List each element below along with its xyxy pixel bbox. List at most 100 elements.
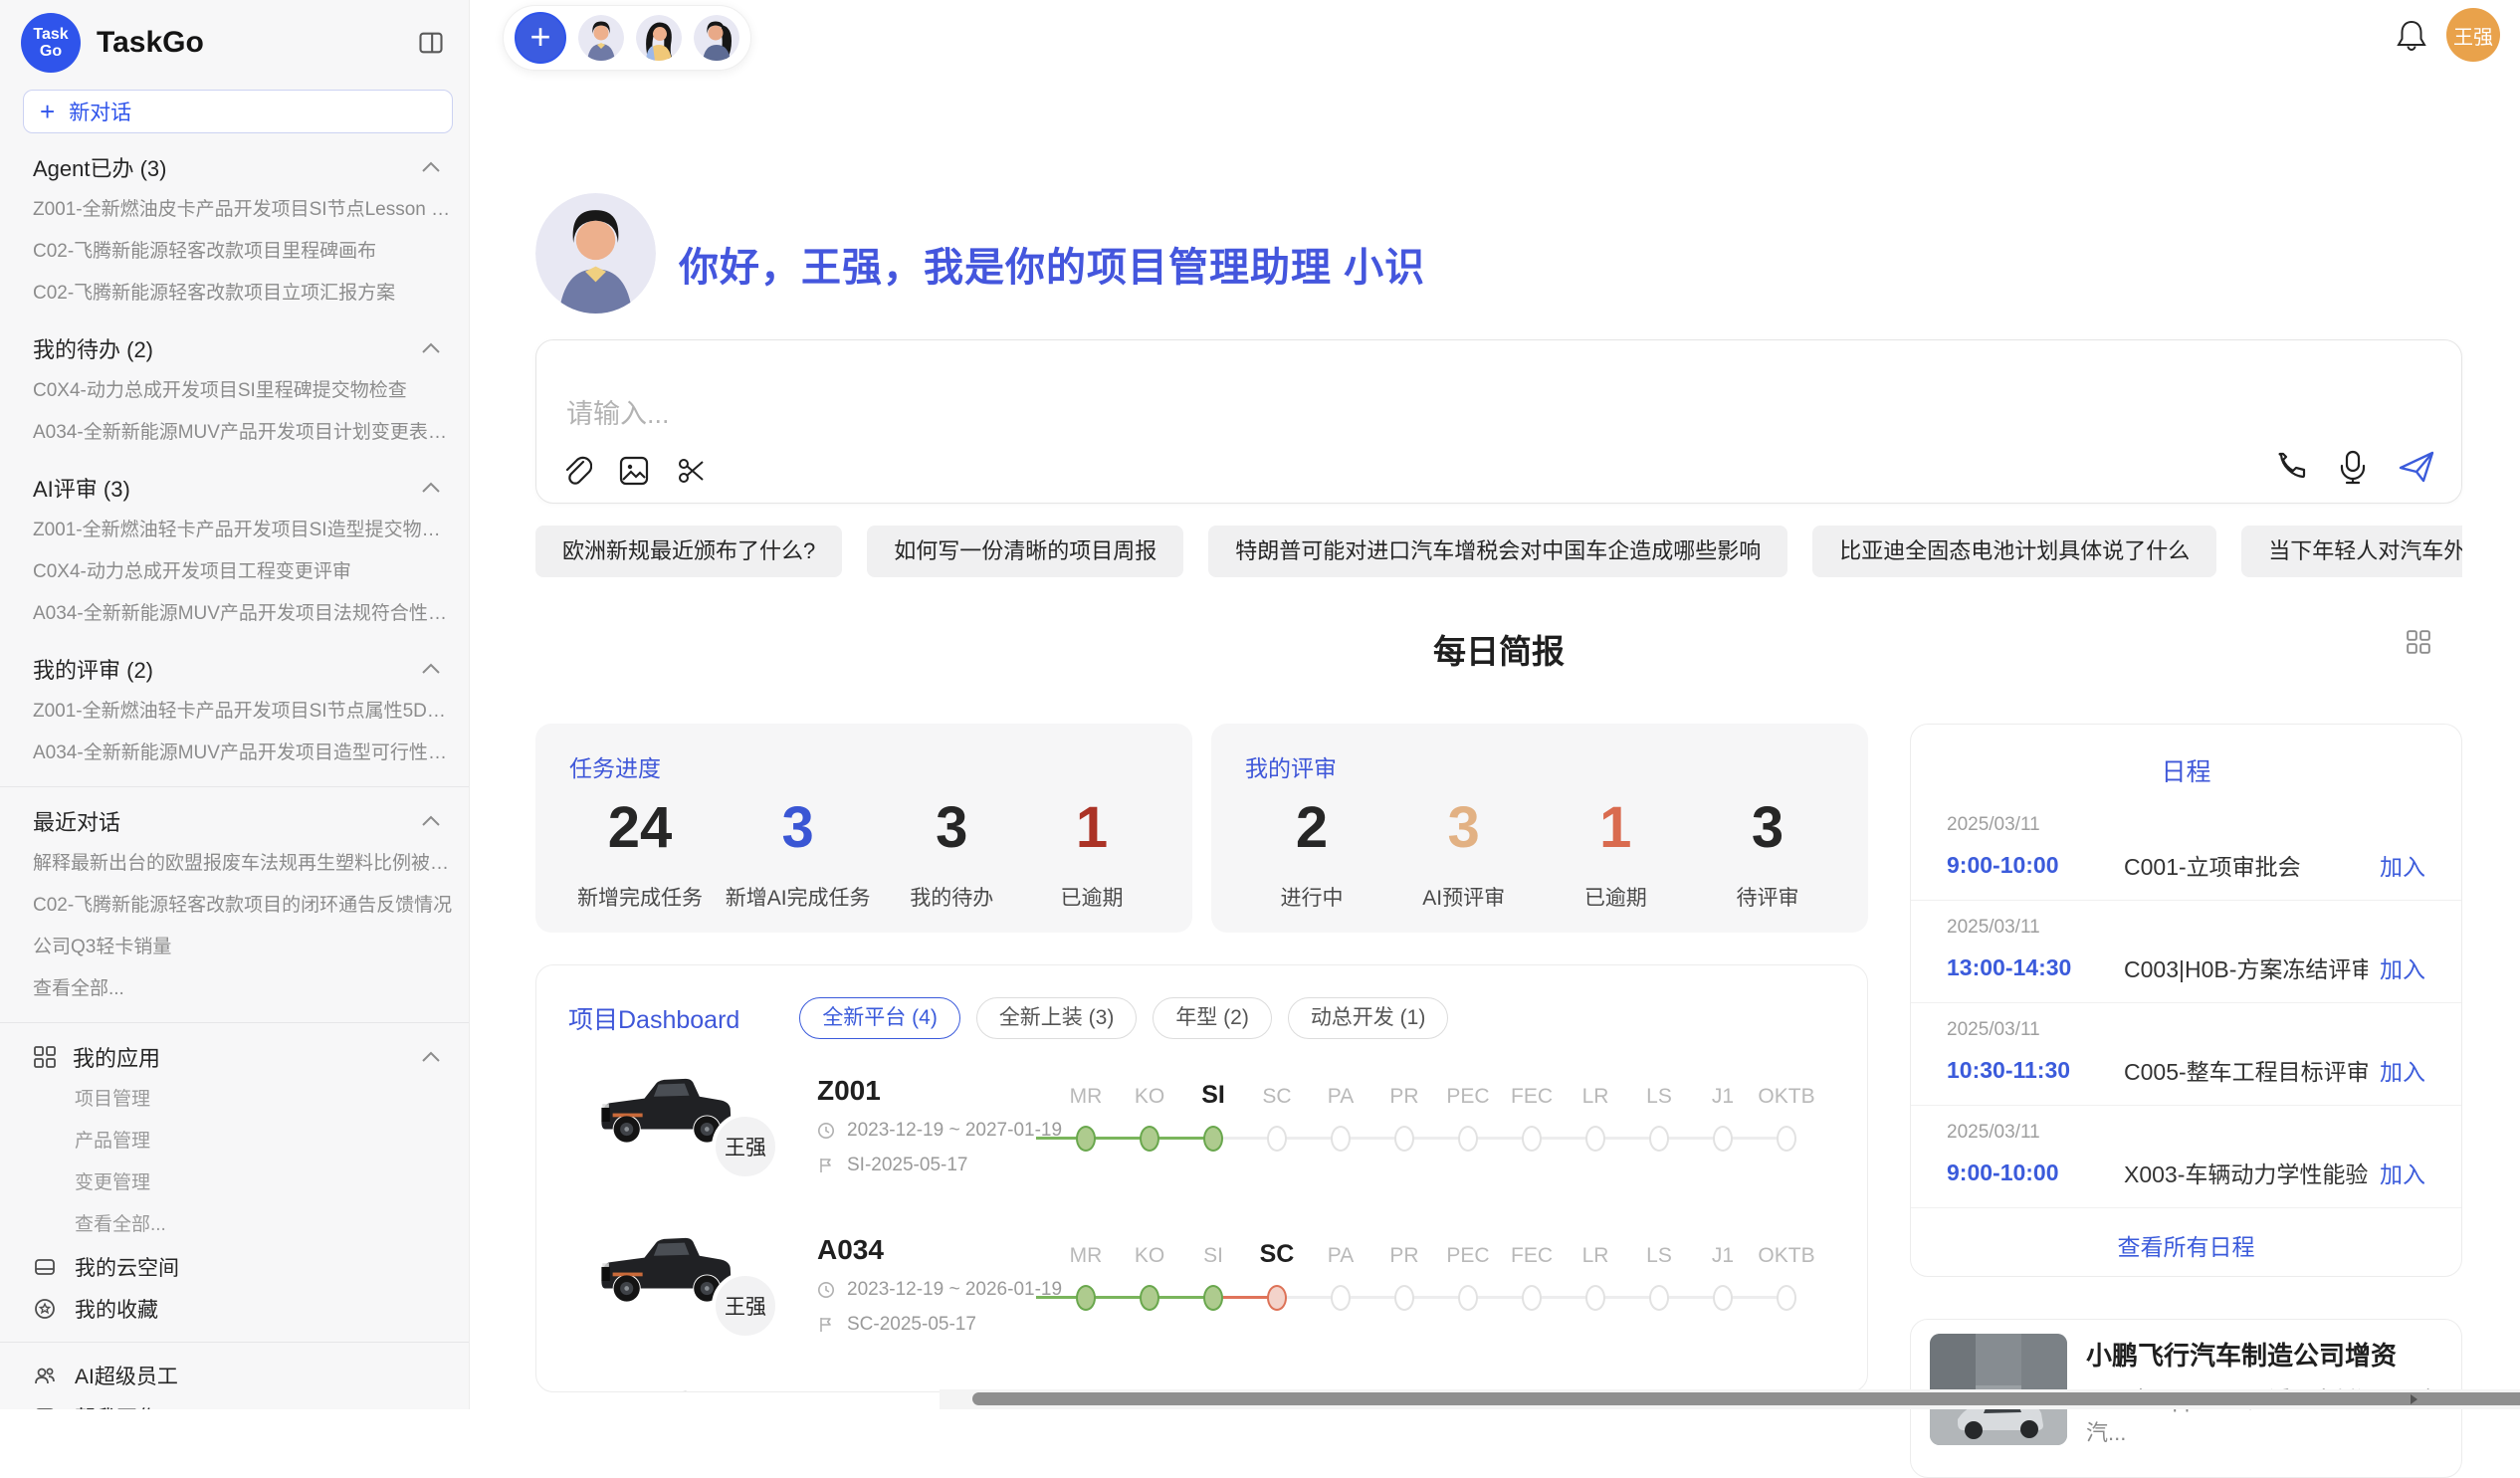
sidebar-task-item[interactable]: Z001-全新燃油轻卡产品开发项目SI造型提交物评审 <box>0 510 469 551</box>
milestone-dot <box>1331 1126 1351 1152</box>
sidebar-task-item[interactable]: Z001-全新燃油皮卡产品开发项目SI节点Lesson Learn报告 <box>0 189 469 231</box>
milestone-label: LR <box>1582 1085 1609 1109</box>
milestone-dot <box>1777 1285 1796 1311</box>
milestone-label: LS <box>1646 1244 1672 1268</box>
milestone: SC <box>1245 1230 1309 1360</box>
new-chat-button[interactable]: + 新对话 <box>23 90 453 133</box>
milestone: SC <box>1245 1071 1309 1200</box>
app-item[interactable]: 变更管理 <box>0 1162 469 1204</box>
milestone-dot <box>1076 1126 1096 1152</box>
recent-chat-item[interactable]: C02-飞腾新能源轻客改款项目的闭环通告反馈情况 <box>0 885 469 927</box>
chevron-up-icon <box>421 663 441 675</box>
sidebar-section-header[interactable]: Agent已办 (3) <box>0 145 469 189</box>
schedule-time: 9:00-10:00 <box>1947 852 2124 879</box>
cloud-drive-icon <box>33 1256 57 1278</box>
sidebar-item-favorites[interactable]: 我的收藏 <box>0 1288 469 1330</box>
sidebar-task-item[interactable]: C02-飞腾新能源轻客改款项目立项汇报方案 <box>0 273 469 315</box>
stat-value: 3 <box>1405 795 1523 862</box>
briefing-card-title: 任务进度 <box>569 749 1158 783</box>
dashboard-filter-chip[interactable]: 全新平台 (4) <box>799 997 960 1039</box>
milestone: LS <box>1627 1071 1691 1200</box>
recent-chats-view-all[interactable]: 查看全部... <box>0 968 469 1010</box>
sidebar-task-item[interactable]: C0X4-动力总成开发项目SI里程碑提交物检查 <box>0 370 469 412</box>
scroll-right-arrow-icon[interactable] <box>2407 1392 2420 1406</box>
image-icon[interactable] <box>618 455 650 487</box>
project-flag: SI-2025-05-17 <box>817 1155 967 1176</box>
clock-icon <box>817 1281 835 1299</box>
project-row[interactable]: 王强 Z001 2023-12-19 ~ 2027-01-19 SI-2025-… <box>536 1063 1867 1222</box>
sidebar-item-ai-employee[interactable]: AI超级员工 <box>0 1355 469 1396</box>
project-name: A034 <box>817 1234 884 1266</box>
suggestion-chip[interactable]: 欧洲新规最近颁布了什么? <box>535 526 842 577</box>
schedule-join-link[interactable]: 加入 <box>2380 1156 2425 1189</box>
sidebar-task-item[interactable]: A034-全新新能源MUV产品开发项目法规符合性评审 <box>0 593 469 635</box>
milestone-label: FEC <box>1511 1244 1553 1268</box>
my-apps-header[interactable]: 我的应用 <box>0 1035 469 1079</box>
recent-chats-header[interactable]: 最近对话 <box>0 799 469 843</box>
stat-label: 新增完成任务 <box>577 882 703 912</box>
milestone-dot <box>1267 1285 1287 1311</box>
sidebar-item-cloud-space[interactable]: 我的云空间 <box>0 1246 469 1288</box>
sidebar-collapse-button[interactable] <box>413 25 449 61</box>
stat: 3 新增AI完成任务 <box>726 795 871 912</box>
news-title: 小鹏飞行汽车制造公司增资 <box>2086 1336 2444 1372</box>
send-icon[interactable] <box>2398 449 2435 485</box>
attach-icon[interactable] <box>562 455 592 487</box>
dashboard-filter-chip[interactable]: 年型 (2) <box>1153 997 1272 1039</box>
chat-input[interactable] <box>564 398 2061 431</box>
sidebar-section-header[interactable]: 我的待办 (2) <box>0 326 469 370</box>
milestone: LS <box>1627 1230 1691 1360</box>
apps-view-all[interactable]: 查看全部... <box>0 1204 469 1246</box>
agent-avatar-2[interactable] <box>636 15 682 61</box>
agent-avatar-1[interactable] <box>578 15 624 61</box>
horizontal-scrollbar[interactable] <box>940 1389 2520 1409</box>
sidebar-section-header[interactable]: 我的评审 (2) <box>0 647 469 691</box>
user-avatar[interactable]: 王强 <box>2446 8 2500 62</box>
milestone-label: PR <box>1389 1085 1418 1109</box>
schedule-join-link[interactable]: 加入 <box>2380 1053 2425 1087</box>
milestone-dot <box>1713 1126 1733 1152</box>
chevron-up-icon <box>421 342 441 354</box>
project-dates-text: 2023-12-19 ~ 2026-01-19 <box>847 1279 1062 1301</box>
schedule-title: 日程 <box>1911 752 2461 788</box>
project-dates-text: 2023-12-19 ~ 2027-01-19 <box>847 1120 1062 1142</box>
dashboard-filter-chip[interactable]: 动总开发 (1) <box>1288 997 1449 1039</box>
scrollbar-thumb[interactable] <box>972 1392 2520 1405</box>
sidebar-item-help-write[interactable]: 帮我写作 <box>0 1396 469 1409</box>
suggestion-chip[interactable]: 比亚迪全固态电池计划具体说了什么 <box>1812 526 2216 577</box>
recent-chat-item[interactable]: 解释最新出台的欧盟报废车法规再生塑料比例被调至15%... <box>0 843 469 885</box>
app-item[interactable]: 项目管理 <box>0 1079 469 1121</box>
phone-icon[interactable] <box>2274 450 2308 484</box>
layout-grid-icon[interactable] <box>2406 629 2431 655</box>
schedule-view-all-link[interactable]: 查看所有日程 <box>1911 1228 2461 1262</box>
stat-value: 3 <box>726 795 871 862</box>
suggestion-chip[interactable]: 如何写一份清晰的项目周报 <box>867 526 1183 577</box>
agent-avatar-3[interactable] <box>694 15 739 61</box>
sidebar-task-item[interactable]: A034-全新新能源MUV产品开发项目计划变更表编写 <box>0 412 469 454</box>
schedule-join-link[interactable]: 加入 <box>2380 950 2425 984</box>
milestone-label: J1 <box>1712 1244 1734 1268</box>
milestone-dot <box>1203 1126 1223 1152</box>
sidebar-task-item[interactable]: C0X4-动力总成开发项目工程变更评审 <box>0 551 469 593</box>
sidebar-task-item[interactable]: A034-全新新能源MUV产品开发项目造型可行性评审 <box>0 733 469 774</box>
milestone: J1 <box>1691 1071 1755 1200</box>
milestone: FEC <box>1500 1071 1564 1200</box>
schedule-join-link[interactable]: 加入 <box>2380 848 2425 882</box>
scissors-icon[interactable] <box>676 455 708 487</box>
app-item[interactable]: 产品管理 <box>0 1121 469 1162</box>
recent-chat-item[interactable]: 公司Q3轻卡销量 <box>0 927 469 968</box>
project-row[interactable]: 王强 A034 2023-12-19 ~ 2026-01-19 SC-2025-… <box>536 1222 1867 1381</box>
sidebar-task-item[interactable]: Z001-全新燃油轻卡产品开发项目SI节点属性5D文件评审 <box>0 691 469 733</box>
sidebar-section-title: 我的评审 (2) <box>33 653 153 685</box>
add-agent-button[interactable]: + <box>515 12 566 64</box>
sidebar-section-header[interactable]: AI评审 (3) <box>0 466 469 510</box>
sidebar-task-item[interactable]: C02-飞腾新能源轻客改款项目里程碑画布 <box>0 231 469 273</box>
project-owner-badge: 王强 <box>712 1272 779 1340</box>
suggestion-chip[interactable]: 当下年轻人对汽车外观有怎样的喜好趋势 <box>2241 526 2462 577</box>
notifications-bell-icon[interactable] <box>2395 18 2428 54</box>
milestone-dot <box>1649 1285 1669 1311</box>
dashboard-filter-chip[interactable]: 全新上装 (3) <box>976 997 1138 1039</box>
suggestion-chip[interactable]: 特朗普可能对进口汽车增税会对中国车企造成哪些影响 <box>1208 526 1787 577</box>
stat-value: 1 <box>1557 795 1674 862</box>
mic-icon[interactable] <box>2338 449 2368 485</box>
